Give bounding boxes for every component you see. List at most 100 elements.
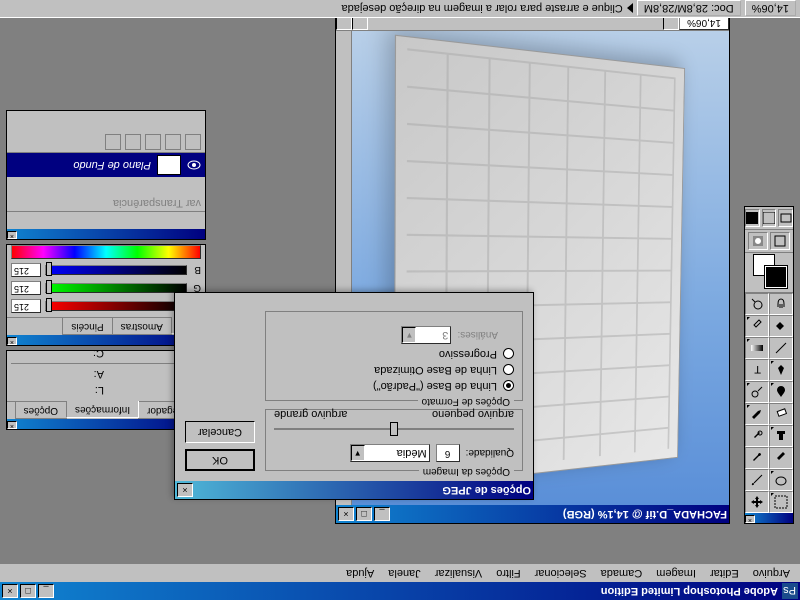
toolbox-close[interactable]: × [745,515,755,523]
quality-input[interactable]: 6 [436,444,460,462]
quality-slider[interactable]: arquivo pequeno arquivo grande [274,418,514,438]
zoom-status: 14,06% [745,1,796,17]
radio-icon [503,365,514,376]
color-panel-close[interactable]: × [7,337,17,345]
quality-label: Qualidade: [466,448,514,459]
hand-tool[interactable] [769,293,793,315]
spectrum-bar[interactable] [11,245,201,259]
layer-thumbnail [157,155,181,175]
maximize-button[interactable]: □ [20,584,36,598]
chevron-down-icon: ▼ [402,327,416,343]
app-titlebar: Ps Adobe Photoshop Limited Edition _ □ × [0,582,800,600]
svg-text:T: T [754,363,761,375]
layer-row[interactable]: Plano de Fundo [7,153,205,177]
chevron-down-icon: ▼ [351,445,365,461]
radio-progressive[interactable]: Progressivo [274,348,514,360]
statusbar: 14,06% Doc: 28,8M/28,8M Clique e arraste… [0,0,800,18]
menu-filtro[interactable]: Filtro [490,565,526,581]
fg-color-swatch[interactable] [765,266,787,288]
new-layer-icon[interactable] [125,134,141,150]
eyedropper-tool[interactable] [745,315,769,337]
scans-label: Análises: [457,330,498,341]
document-title: FACHADA_D.tif @ 14,1% (RGB) [390,508,727,520]
status-hint: Clique e arraste para rolar a imagem na … [342,3,623,15]
menu-imagem[interactable]: Imagem [650,565,702,581]
move-tool[interactable] [745,491,769,513]
app-title: Adobe Photoshop Limited Edition [54,585,778,597]
image-options-group: Opções da Imagem Qualidade: 6 Média ▼ [265,409,523,471]
menu-janela[interactable]: Janela [382,565,426,581]
minimize-button[interactable]: _ [38,584,54,598]
tab-informacoes[interactable]: Informações [66,401,139,418]
menubar: Arquivo Editar Imagem Camada Selecionar … [0,564,800,582]
zoom-tool[interactable] [745,293,769,315]
cancel-button[interactable]: Cancelar [185,421,255,443]
workspace: × T [0,18,800,564]
visibility-icon[interactable] [187,158,201,172]
slider-r[interactable]: R 215 [11,299,201,313]
radio-baseline-standard[interactable]: Linha de Base ("Padrão") [274,380,514,392]
opacity-label: var Transparência [113,197,201,209]
menu-ajuda[interactable]: Ajuda [340,565,380,581]
history-brush-tool[interactable] [745,425,769,447]
layers-panel-close[interactable]: × [7,231,17,239]
quality-preset-dropdown[interactable]: Média ▼ [350,444,430,462]
pencil-tool[interactable] [745,403,769,425]
radio-icon [503,381,514,392]
slider-b[interactable]: B 215 [11,263,201,277]
blur-tool[interactable] [769,381,793,403]
screen-standard-button[interactable] [778,209,793,227]
dialog-title: Opções de JPEG [193,484,531,496]
layer-icon-3[interactable] [145,134,161,150]
quickmask-mode-button[interactable] [748,232,768,250]
pen-tool[interactable] [769,359,793,381]
toolbox: × T [744,206,794,524]
standard-mode-button[interactable] [770,232,790,250]
tab-pinceis[interactable]: Pincéis [62,318,112,335]
eraser-tool[interactable] [769,403,793,425]
format-options-group: Opções de Formato Linha de Base ("Padrão… [265,311,523,401]
app-icon: Ps [782,583,798,599]
airbrush-tool[interactable] [769,447,793,469]
menu-selecionar[interactable]: Selecionar [529,565,593,581]
wand-tool[interactable] [745,469,769,491]
radio-icon [503,349,514,360]
screen-full-menubar-button[interactable] [762,209,777,227]
layer-name: Plano de Fundo [73,159,151,171]
menu-arquivo[interactable]: Arquivo [747,565,796,581]
marquee-tool[interactable] [769,491,793,513]
jpeg-options-dialog: Opções de JPEG × Opções da Imagem Qualid… [174,292,534,500]
info-panel-close[interactable]: × [7,421,17,429]
layer-icon-2[interactable] [165,134,181,150]
layers-panel: × Camadas var Transparência Plano de Fun… [6,110,206,240]
screen-full-button[interactable] [745,209,760,227]
menu-camada[interactable]: Camada [595,565,649,581]
scans-dropdown: 3 ▼ [401,326,451,344]
color-swatches [745,253,793,293]
doc-size-status: Doc: 28,8M/28,8M [637,1,741,17]
doc-close-button[interactable]: × [338,507,354,521]
gradient-tool[interactable] [745,337,769,359]
tab-opcoes[interactable]: Opções [15,402,67,419]
measure-tool[interactable] [769,337,793,359]
dialog-close-button[interactable]: × [177,483,193,497]
layer-icon-1[interactable] [185,134,201,150]
tab-amostras[interactable]: Amostras [112,318,172,335]
type-tool[interactable]: T [745,359,769,381]
doc-minimize-button[interactable]: _ [374,507,390,521]
doc-maximize-button[interactable]: □ [356,507,372,521]
stamp-tool[interactable] [769,425,793,447]
menu-editar[interactable]: Editar [704,565,745,581]
brush-tool[interactable] [745,447,769,469]
slider-g[interactable]: G 215 [11,281,201,295]
trash-icon[interactable] [105,134,121,150]
svg-text:Ps: Ps [783,584,796,596]
ok-button[interactable]: OK [185,449,255,471]
menu-visualizar[interactable]: Visualizar [429,565,489,581]
radio-baseline-optimized[interactable]: Linha de Base Otimizada [274,364,514,376]
close-button[interactable]: × [2,584,18,598]
status-menu-icon[interactable] [627,4,633,14]
lasso-tool[interactable] [769,469,793,491]
dodge-tool[interactable] [745,381,769,403]
bucket-tool[interactable] [769,315,793,337]
